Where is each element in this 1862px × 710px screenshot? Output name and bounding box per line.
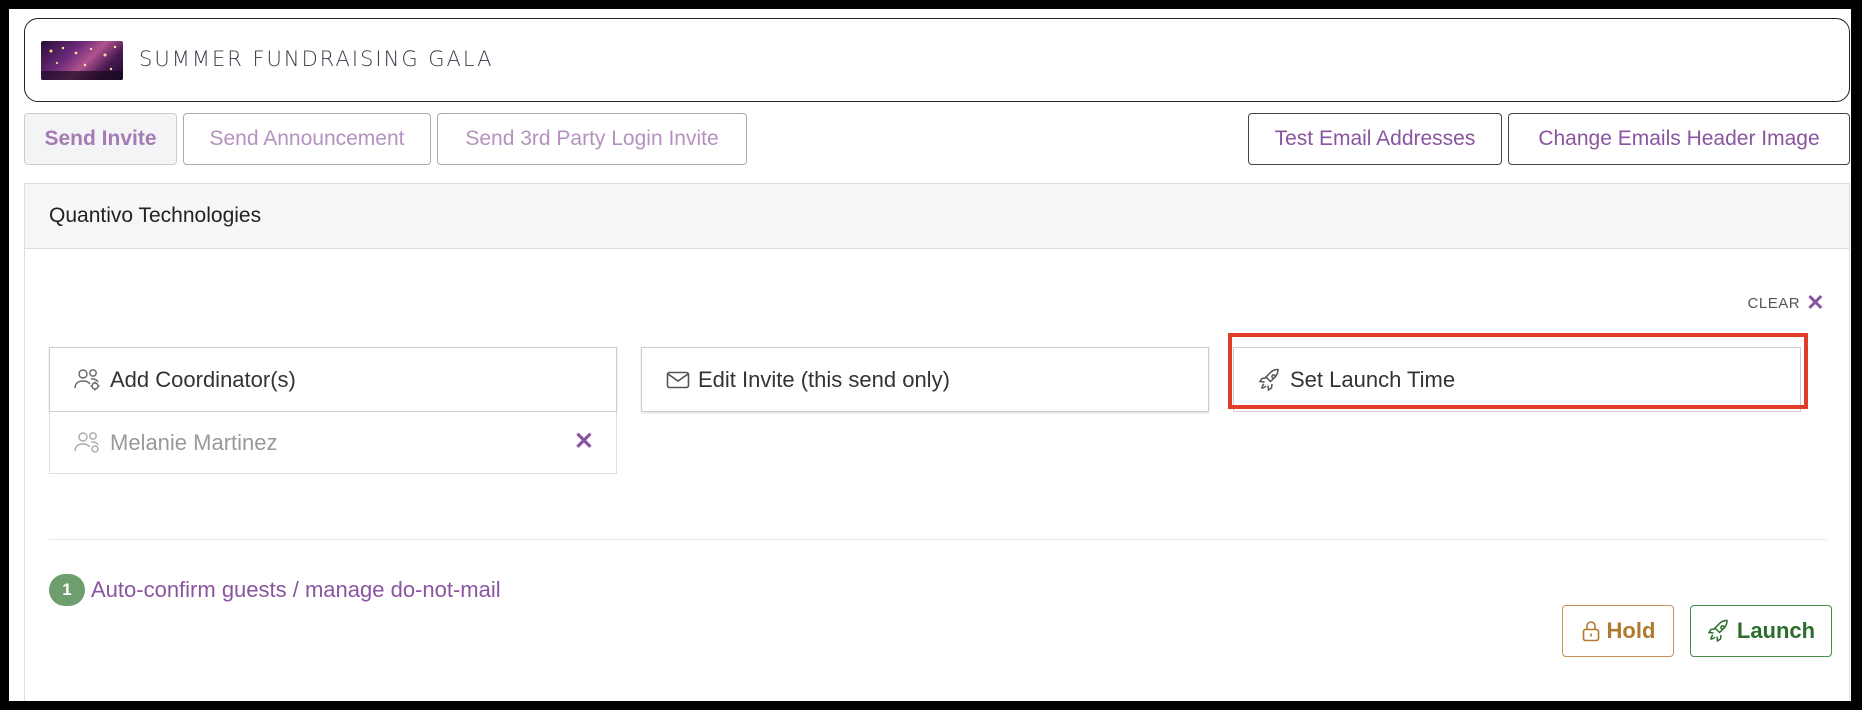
divider (49, 539, 1827, 540)
hold-button[interactable]: Hold (1562, 605, 1674, 657)
event-title: SUMMER FUNDRAISING GALA (139, 47, 494, 71)
auto-confirm-label: Auto-confirm guests / manage do-not-mail (91, 577, 501, 602)
rocket-icon (1258, 368, 1279, 391)
count-badge: 1 (49, 574, 85, 606)
launch-label: Launch (1736, 618, 1816, 643)
send-3rd-party-login-invite-tab[interactable]: Send 3rd Party Login Invite (437, 113, 747, 165)
add-coordinators-button[interactable]: Add Coordinator(s) (49, 347, 617, 412)
hold-label: Hold (1606, 618, 1656, 643)
set-launch-time-button[interactable]: Set Launch Time (1233, 347, 1801, 412)
coordinator-list-item: Melanie Martinez ✕ (49, 412, 617, 474)
edit-invite-button[interactable]: Edit Invite (this send only) (641, 347, 1209, 412)
app-window: SUMMER FUNDRAISING GALA Send Invite Send… (9, 9, 1851, 701)
change-emails-header-image-button[interactable]: Change Emails Header Image (1508, 113, 1850, 165)
edit-invite-label: Edit Invite (this send only) (698, 366, 950, 392)
remove-coordinator-icon[interactable]: ✕ (574, 427, 594, 456)
event-thumbnail (41, 41, 123, 80)
event-header: SUMMER FUNDRAISING GALA (24, 18, 1850, 102)
test-email-addresses-button[interactable]: Test Email Addresses (1248, 113, 1502, 165)
clear-label: CLEAR (1747, 294, 1801, 312)
launch-button[interactable]: Launch (1690, 605, 1832, 657)
panel-header: Quantivo Technologies (25, 184, 1849, 249)
auto-confirm-link[interactable]: 1 Auto-confirm guests / manage do-not-ma… (49, 574, 501, 606)
users-gear-icon (74, 431, 99, 453)
close-icon: ✕ (1806, 290, 1825, 315)
rocket-icon (1707, 619, 1728, 643)
company-name: Quantivo Technologies (49, 204, 262, 227)
coordinator-name: Melanie Martinez (110, 429, 278, 455)
envelope-icon (666, 371, 690, 388)
clear-button[interactable]: CLEAR ✕ (1748, 290, 1825, 316)
add-coordinators-label: Add Coordinator(s) (110, 366, 296, 392)
users-gear-icon (74, 368, 100, 390)
send-invite-tab[interactable]: Send Invite (24, 113, 177, 165)
send-announcement-tab[interactable]: Send Announcement (183, 113, 431, 165)
send-panel: Quantivo Technologies CLEAR ✕ Add Coordi… (24, 183, 1850, 701)
lock-icon (1582, 621, 1599, 642)
set-launch-time-label: Set Launch Time (1290, 366, 1456, 392)
